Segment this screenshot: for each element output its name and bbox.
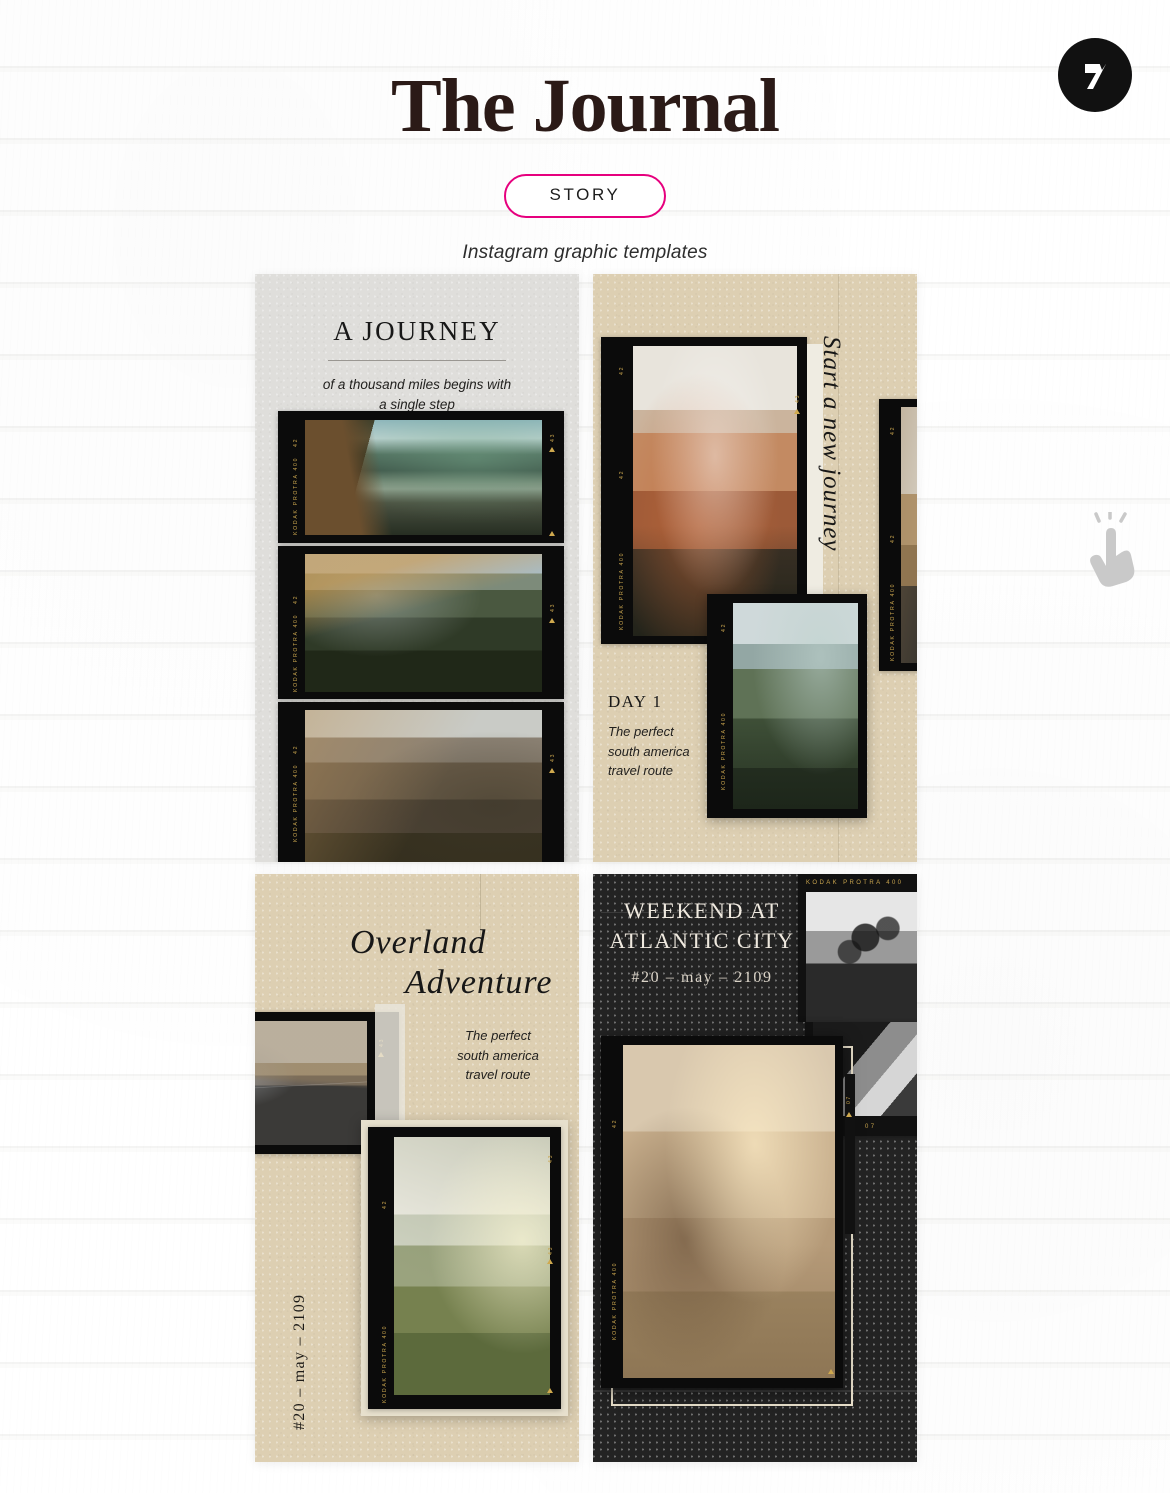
film-marker-triangle (549, 768, 555, 773)
film-brand-label: KODAK PROTRA 400 (806, 880, 904, 886)
film-brand-label: KODAK PROTRA 400 (619, 551, 625, 630)
film-marker-triangle (846, 1112, 852, 1117)
film-frame-coast[interactable]: 42 KODAK PROTRA 400 (707, 594, 867, 818)
frame-number: 42 (293, 437, 299, 447)
photo-mount-board: 42 KODAK PROTRA 400 43 43 (361, 1120, 568, 1416)
template-card-a-journey[interactable]: A JOURNEY of a thousand miles begins wit… (255, 274, 579, 862)
frame-code: 43 (550, 752, 556, 762)
film-frame-cafe[interactable]: 42 KODAK PROTRA 400 (601, 1036, 843, 1388)
story-badge[interactable]: STORY (503, 174, 667, 218)
photo-mountain-ridge (305, 710, 542, 862)
photo-desert-road (255, 1021, 367, 1145)
page-title: The Journal (390, 64, 780, 148)
template-card-weekend-atlantic-city[interactable]: WEEKEND AT ATLANTIC CITY #20 – may – 210… (593, 874, 917, 1462)
film-marker-triangle (549, 618, 555, 623)
frame-number-alt: 07 (846, 1095, 852, 1104)
film-brand-label: KODAK PROTRA 400 (293, 613, 299, 692)
frame-number: 42 (721, 622, 727, 632)
film-frame-lake[interactable]: 42 KODAK PROTRA 400 43 (278, 411, 564, 543)
photo-sepia-cafe (623, 1045, 835, 1378)
brand-logo-badge[interactable] (1058, 38, 1132, 112)
frame-number: 42 (619, 365, 625, 375)
film-frame-bw-tree[interactable]: KODAK PROTRA 400 (798, 874, 917, 1022)
frame-code: 43 (795, 393, 801, 403)
photo-coastal-road (733, 603, 858, 809)
film-marker-triangle (547, 1259, 553, 1264)
film-frame-desert-overflow[interactable]: 42 42 KODAK PROTRA 400 (879, 399, 917, 671)
film-brand-label: KODAK PROTRA 400 (293, 456, 299, 535)
title-divider (328, 360, 506, 361)
photo-autumn-forest (305, 554, 542, 692)
template-3-body-line2: south america (457, 1047, 539, 1063)
template-2-body-line1: The perfect (608, 724, 674, 739)
film-brand-label: KODAK PROTRA 400 (382, 1324, 388, 1403)
photo-alpine-lake (305, 420, 542, 535)
template-3-body-line3: travel route (465, 1067, 531, 1082)
zeroseven-logo-icon (1085, 62, 1106, 89)
template-3-body-line1: The perfect (465, 1028, 531, 1043)
header-subtitle: Instagram graphic templates (462, 242, 708, 263)
day-label: DAY 1 (608, 692, 663, 711)
frame-number: 42 (890, 425, 896, 435)
template-3-date: #20 – may – 2109 (291, 1293, 308, 1430)
frame-number: 42 (612, 1118, 618, 1128)
template-card-overland-adventure[interactable]: Overland Adventure The perfect south ame… (255, 874, 579, 1462)
frame-code: 43 (550, 432, 556, 442)
film-frame-autumn[interactable]: 42 KODAK PROTRA 400 43 (278, 546, 564, 699)
template-3-text-block: The perfect south america travel route (433, 1026, 563, 1085)
film-brand-label: KODAK PROTRA 400 (612, 1261, 618, 1340)
film-frame-ridge[interactable]: 42 KODAK PROTRA 400 43 (278, 702, 564, 862)
template-1-body-line1: of a thousand miles begins with (322, 377, 512, 392)
photo-aerial-canyon (633, 346, 797, 636)
frame-number: 42 (293, 594, 299, 604)
frame-number: 42 (293, 744, 299, 754)
template-2-script-vertical: Start a new journey (818, 336, 845, 552)
film-brand-label: KODAK PROTRA 400 (890, 582, 896, 661)
frame-number: 42 (382, 1199, 388, 1209)
frame-number: 42 (619, 469, 625, 479)
header: The Journal STORY Instagram graphic temp… (0, 0, 1170, 264)
frame-code: 43 (548, 1153, 554, 1163)
template-2-text-block: DAY 1 The perfect south america travel r… (608, 692, 690, 781)
pointing-hand-cursor-icon (1090, 512, 1135, 587)
template-3-script-line1: Overland (350, 924, 487, 961)
film-marker-triangle (794, 409, 800, 414)
template-4-title-line2: ATLANTIC CITY (609, 927, 795, 953)
template-4-heading: WEEKEND AT ATLANTIC CITY #20 – may – 210… (593, 896, 811, 987)
film-marker-triangle (549, 447, 555, 452)
film-marker-triangle (547, 1388, 553, 1393)
frame-number-alt: 07 (865, 1124, 877, 1130)
film-frame-valley[interactable]: 42 KODAK PROTRA 400 43 43 (368, 1127, 561, 1409)
template-4-title-line1: WEEKEND AT (624, 898, 780, 923)
photo-bw-tree (806, 892, 917, 1022)
film-brand-label: KODAK PROTRA 400 (721, 711, 727, 790)
photo-alpine-valley (394, 1137, 550, 1395)
template-1-title: A JOURNEY (333, 316, 501, 346)
frame-number: 42 (890, 533, 896, 543)
frame-code: 43 (548, 1245, 554, 1255)
template-card-day-1[interactable]: 42 42 KODAK PROTRA 400 43 Start a new jo… (593, 274, 917, 862)
template-3-script-line2: Adventure (405, 964, 553, 1001)
film-marker-triangle (549, 531, 555, 536)
film-marker-triangle (828, 1369, 834, 1374)
template-2-body-line2: south america (608, 743, 690, 759)
template-4-date: #20 – may – 2109 (631, 969, 773, 987)
template-2-body-line3: travel route (608, 763, 674, 778)
frame-code: 43 (550, 602, 556, 612)
photo-desert-highway (901, 407, 917, 663)
film-brand-label: KODAK PROTRA 400 (293, 763, 299, 842)
